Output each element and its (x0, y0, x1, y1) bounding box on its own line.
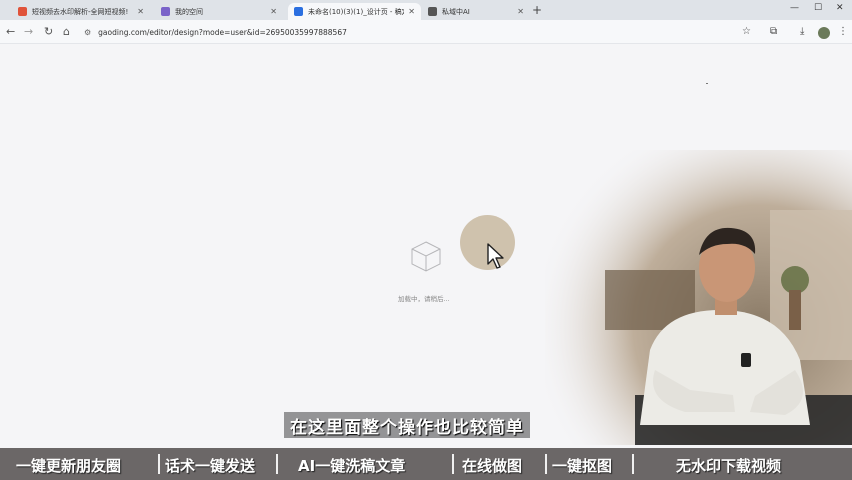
navigation-bar: ← → ↻ ⌂ ⚙ gaoding.com/editor/design?mode… (0, 20, 852, 44)
promo-divider (276, 454, 278, 474)
tab-my-space[interactable]: 我的空间 ✕ (155, 3, 283, 20)
download-icon[interactable]: ⤓ (800, 26, 804, 37)
promo-item: 在线做图 (462, 457, 523, 475)
presenter-video (545, 150, 852, 445)
promo-divider (452, 454, 454, 474)
tab-title: 私域中AI (442, 7, 470, 16)
tab-favicon (161, 7, 170, 16)
puzzle-icon[interactable]: ⧉ (770, 26, 777, 37)
tab-strip: 短视频去水印解析-全网短视频! ✕ 我的空间 ✕ 未命名(10)(3)(1)_设… (0, 0, 852, 20)
loading-cube-icon (411, 241, 441, 272)
star-icon[interactable]: ☆ (742, 26, 751, 37)
tab-design-page[interactable]: 未命名(10)(3)(1)_设计页 - 稿定 ✕ (288, 3, 421, 20)
address-bar[interactable]: ⚙ gaoding.com/editor/design?mode=user&id… (84, 24, 724, 41)
minimize-icon[interactable]: — (790, 3, 799, 13)
promo-item: 一键更新朋友圈 (16, 457, 122, 475)
promo-item: 话术一键发送 (165, 457, 256, 475)
arrow-right-icon[interactable]: → (24, 25, 33, 38)
promo-item: AI一键洗稿文章 (298, 457, 406, 475)
url-text: gaoding.com/editor/design?mode=user&id=2… (98, 28, 347, 37)
close-icon[interactable]: ✕ (517, 7, 524, 16)
stray-mark (706, 83, 708, 84)
tab-favicon (18, 7, 27, 16)
close-icon[interactable]: ✕ (137, 7, 144, 16)
tab-title: 未命名(10)(3)(1)_设计页 - 稿定 (308, 7, 405, 16)
video-subtitle: 在这里面整个操作也比较简单 (284, 412, 530, 438)
mouse-pointer-icon (487, 243, 504, 269)
promo-item: 一键抠图 (552, 457, 613, 475)
site-info-icon[interactable]: ⚙ (84, 28, 91, 37)
reload-icon[interactable]: ↻ (44, 25, 53, 38)
arrow-left-icon[interactable]: ← (6, 25, 15, 38)
avatar[interactable] (818, 27, 830, 39)
close-window-icon[interactable]: ✕ (836, 3, 844, 13)
maximize-icon[interactable]: ☐ (814, 3, 822, 13)
new-tab-icon[interactable]: + (532, 3, 542, 17)
kebab-menu-icon[interactable]: ⋮ (838, 26, 848, 37)
tab-private-ai[interactable]: 私域中AI ✕ (422, 3, 530, 20)
promo-divider (632, 454, 634, 474)
tab-favicon (428, 7, 437, 16)
tab-title: 我的空间 (175, 7, 203, 16)
home-icon[interactable]: ⌂ (63, 25, 70, 38)
loading-text: 加载中，请稍后... (398, 295, 450, 303)
promo-item: 无水印下载视频 (676, 457, 782, 475)
tab-favicon (294, 7, 303, 16)
close-icon[interactable]: ✕ (408, 7, 415, 16)
close-icon[interactable]: ✕ (270, 7, 277, 16)
tab-video-parser[interactable]: 短视频去水印解析-全网短视频! ✕ (12, 3, 150, 20)
tab-title: 短视频去水印解析-全网短视频! (32, 7, 129, 16)
promo-divider (158, 454, 160, 474)
promo-bar: 一键更新朋友圈 话术一键发送 AI一键洗稿文章 在线做图 一键抠图 无水印下载视… (0, 448, 852, 480)
promo-divider (545, 454, 547, 474)
